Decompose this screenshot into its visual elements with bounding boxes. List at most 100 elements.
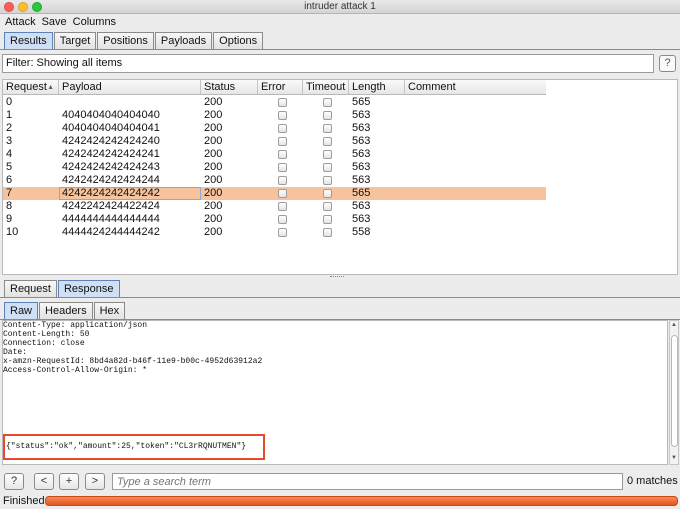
- scrollbar-thumb[interactable]: [671, 335, 678, 447]
- payload-cell: 4040404040404040: [62, 109, 160, 121]
- column-header-status[interactable]: Status: [201, 80, 258, 94]
- tab-hex[interactable]: Hex: [93, 302, 126, 319]
- help-button[interactable]: ?: [659, 55, 676, 72]
- redacted-line: . . . . . . . . . . . . . . . . . . . .: [3, 377, 203, 381]
- search-help-button[interactable]: ?: [4, 473, 24, 490]
- tab-response[interactable]: Response: [57, 280, 120, 297]
- search-input[interactable]: [112, 473, 623, 490]
- filter-bar[interactable]: Filter: Showing all items: [2, 54, 654, 73]
- tab-payloads[interactable]: Payloads: [154, 32, 213, 49]
- table-header: Request ▲ Payload Status Error Timeout L…: [3, 80, 546, 95]
- response-header-line: Date:: [3, 348, 28, 357]
- timeout-cell: [303, 174, 349, 187]
- status-cell: 200: [204, 187, 223, 199]
- comment-cell: [405, 135, 546, 148]
- table-row[interactable]: 4 4242424242424241 200 563: [3, 148, 546, 161]
- timeout-cell: [303, 135, 349, 148]
- menu-columns[interactable]: Columns: [73, 16, 116, 28]
- status-cell: 200: [204, 96, 223, 108]
- menu-attack[interactable]: Attack: [5, 16, 36, 28]
- scroll-down-icon[interactable]: ▼: [671, 455, 677, 461]
- payload-cell: 4242242424422424: [62, 200, 160, 212]
- length-cell: 563: [352, 109, 371, 121]
- error-cell: [258, 174, 303, 187]
- error-checkbox: [278, 176, 287, 185]
- column-header-timeout[interactable]: Timeout: [303, 80, 349, 94]
- error-cell: [258, 161, 303, 174]
- request-cell: 5: [6, 161, 13, 173]
- status-cell: 200: [204, 161, 223, 173]
- request-cell: 9: [6, 213, 13, 225]
- next-match-button[interactable]: >: [85, 473, 105, 490]
- column-header-length[interactable]: Length: [349, 80, 405, 94]
- title-bar: intruder attack 1: [0, 0, 680, 14]
- payload-cell: 4242424242424240: [62, 135, 160, 147]
- comment-cell: [405, 109, 546, 122]
- table-row[interactable]: 5 4242424242424243 200 563: [3, 161, 546, 174]
- timeout-cell: [303, 148, 349, 161]
- status-text: Finished: [3, 495, 45, 507]
- previous-match-button[interactable]: <: [34, 473, 54, 490]
- view-tabs: Raw Headers Hex: [4, 302, 126, 319]
- error-checkbox: [278, 98, 287, 107]
- payload-cell: [59, 96, 201, 109]
- request-cell: 2: [6, 122, 13, 134]
- request-cell: 7: [6, 187, 13, 199]
- table-row[interactable]: 2 4040404040404041 200 563: [3, 122, 546, 135]
- comment-cell: [405, 96, 546, 109]
- tab-headers[interactable]: Headers: [39, 302, 93, 319]
- column-header-error[interactable]: Error: [258, 80, 303, 94]
- comment-cell: [405, 226, 546, 239]
- timeout-cell: [303, 187, 349, 200]
- column-header-request[interactable]: Request ▲: [3, 80, 59, 94]
- timeout-checkbox: [323, 124, 332, 133]
- length-cell: 563: [352, 122, 371, 134]
- scroll-up-icon[interactable]: ▲: [671, 322, 677, 328]
- response-header-line: Content-Type: application/json: [3, 321, 148, 330]
- response-header-line: x-amzn-RequestId: 8bd4a82d-b46f-11e9-b00…: [3, 357, 263, 366]
- search-options-button[interactable]: +: [59, 473, 79, 490]
- response-viewer[interactable]: Content-Type: application/json Content-L…: [2, 320, 668, 465]
- tab-divider: [0, 297, 680, 298]
- tab-target[interactable]: Target: [53, 32, 97, 49]
- table-row[interactable]: 8 4242242424422424 200 563: [3, 200, 546, 213]
- table-row[interactable]: 3 4242424242424240 200 563: [3, 135, 546, 148]
- timeout-checkbox: [323, 98, 332, 107]
- status-cell: 200: [204, 174, 223, 186]
- menu-bar: Attack Save Columns: [0, 14, 680, 30]
- column-header-comment[interactable]: Comment: [405, 80, 546, 94]
- payload-cell: 4444444444444444: [62, 213, 160, 225]
- status-cell: 200: [204, 135, 223, 147]
- timeout-checkbox: [323, 189, 332, 198]
- payload-cell: 4242424242424242: [59, 187, 201, 200]
- timeout-checkbox: [323, 137, 332, 146]
- column-header-payload[interactable]: Payload: [59, 80, 201, 94]
- error-checkbox: [278, 228, 287, 237]
- timeout-checkbox: [323, 111, 332, 120]
- timeout-cell: [303, 226, 349, 239]
- tab-request[interactable]: Request: [4, 280, 57, 297]
- error-checkbox: [278, 124, 287, 133]
- tab-positions[interactable]: Positions: [97, 32, 154, 49]
- table-row[interactable]: 0 200 565: [3, 96, 546, 109]
- length-cell: 565: [352, 96, 371, 108]
- tab-options[interactable]: Options: [213, 32, 264, 49]
- pane-splitter-handle[interactable]: [330, 276, 344, 277]
- comment-cell: [405, 187, 546, 200]
- table-row[interactable]: 9 4444444444444444 200 563: [3, 213, 546, 226]
- table-row[interactable]: 6 4242424242424244 200 563: [3, 174, 546, 187]
- response-scrollbar[interactable]: ▲ ▼: [669, 320, 679, 465]
- error-checkbox: [278, 111, 287, 120]
- tab-results[interactable]: Results: [4, 32, 53, 49]
- timeout-cell: [303, 200, 349, 213]
- timeout-checkbox: [323, 176, 332, 185]
- tab-raw[interactable]: Raw: [4, 302, 39, 319]
- error-checkbox: [278, 202, 287, 211]
- table-row[interactable]: 1 4040404040404040 200 563: [3, 109, 546, 122]
- request-cell: 4: [6, 148, 13, 160]
- comment-cell: [405, 161, 546, 174]
- menu-save[interactable]: Save: [42, 16, 67, 28]
- status-cell: 200: [204, 148, 223, 160]
- table-row[interactable]: 7 4242424242424242 200 565: [3, 187, 546, 200]
- table-row[interactable]: 10 4444424244444242 200 558: [3, 226, 546, 239]
